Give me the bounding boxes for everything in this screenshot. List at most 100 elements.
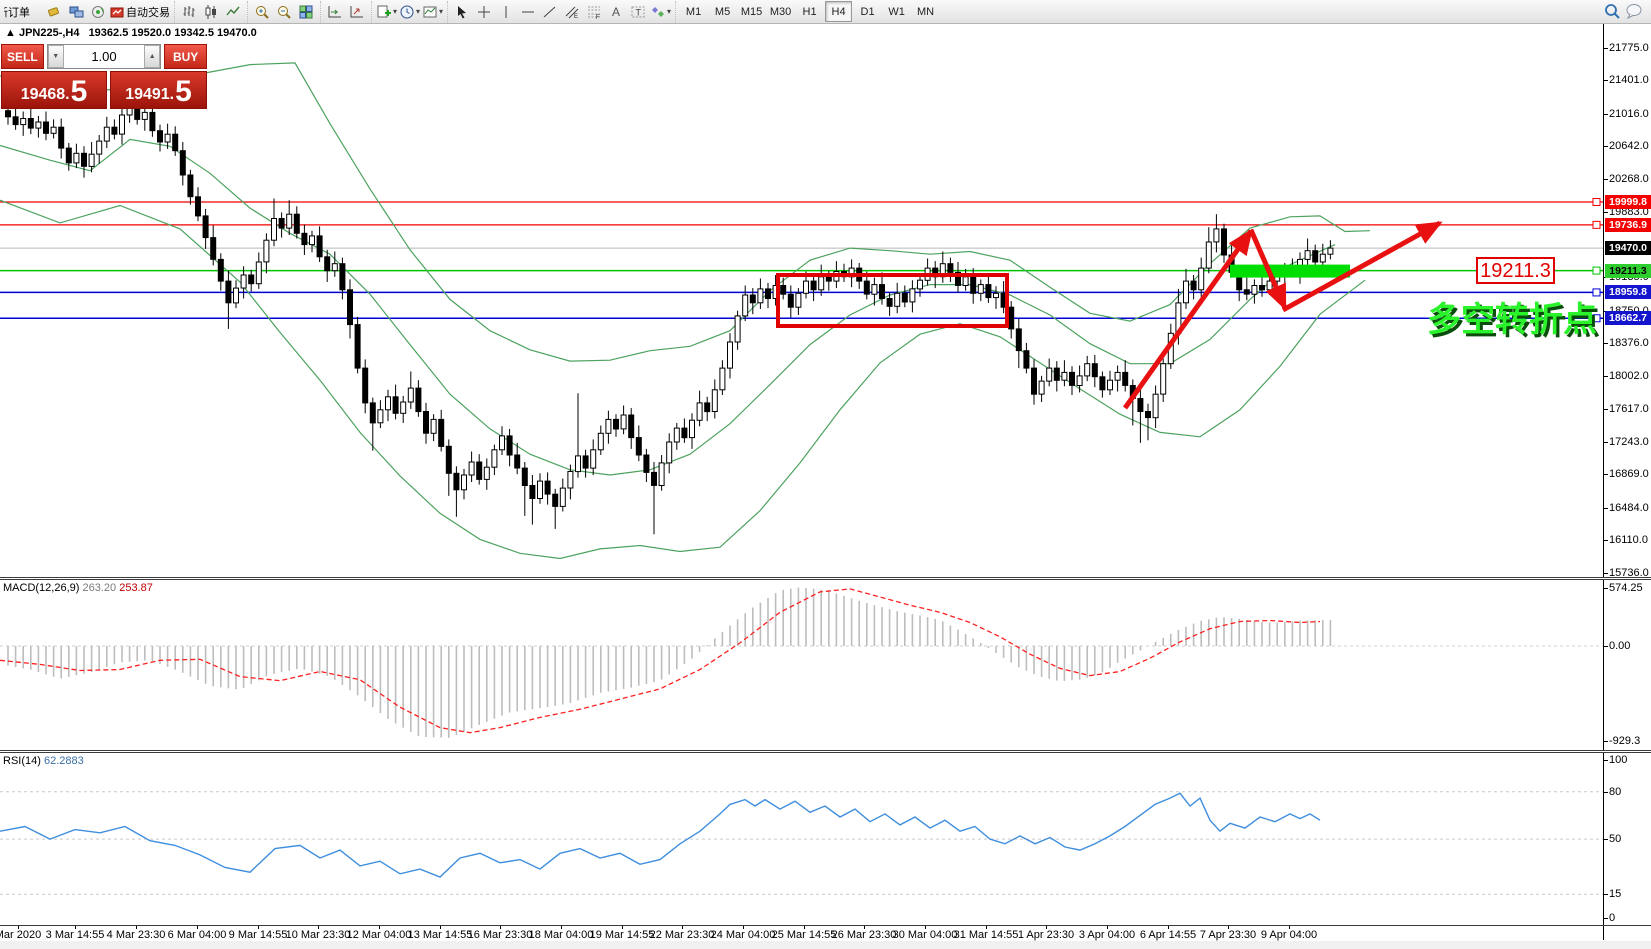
- trend-arrow[interactable]: [1122, 228, 1254, 410]
- period-button[interactable]: ▾: [399, 2, 420, 22]
- fibonacci-button[interactable]: F: [584, 2, 604, 22]
- price-tag-19736.9: 19736.9: [1605, 217, 1651, 232]
- volume-input[interactable]: 1.00: [63, 45, 145, 68]
- toolbar-group: 新订单 自动交易: [0, 1, 174, 23]
- candlesticks: [5, 84, 1334, 535]
- price-axis-label: 20642.0: [1609, 140, 1649, 153]
- axis-tick: [1603, 113, 1608, 115]
- price-axis-label: 21016.0: [1609, 107, 1649, 120]
- support-zone[interactable]: [1230, 264, 1350, 278]
- chat-icon[interactable]: [1624, 1, 1644, 21]
- autotrading-button[interactable]: 自动交易: [110, 2, 170, 22]
- price-tag-19211.3: 19211.3: [1605, 263, 1651, 278]
- chart-shift-button[interactable]: [347, 2, 367, 22]
- cursor-button[interactable]: [452, 2, 472, 22]
- axis-tick: [1603, 894, 1608, 895]
- line-handle[interactable]: [1592, 198, 1601, 206]
- price-axis-label: 16110.0: [1609, 534, 1648, 547]
- chart-canvas[interactable]: 19211.3多空转折点多空转折点: [0, 0, 1651, 949]
- macd-indicator: [0, 587, 1603, 738]
- vertical-line-button[interactable]: [496, 2, 516, 22]
- time-axis-label: 26 Mar 23:30: [831, 929, 897, 941]
- timeframe-M15[interactable]: M15: [738, 1, 765, 22]
- tile-windows-button[interactable]: [296, 2, 316, 22]
- axis-tick: [1603, 375, 1608, 377]
- buy-button[interactable]: BUY: [164, 44, 207, 69]
- time-axis-label: 3 Apr 04:00: [1078, 929, 1136, 941]
- volume-up-button[interactable]: ▲: [144, 45, 161, 68]
- signal-icon[interactable]: [88, 2, 108, 22]
- axis-tick: [1603, 343, 1608, 345]
- bollinger-middle: [0, 138, 1336, 476]
- channel-button[interactable]: E: [562, 2, 582, 22]
- label-button[interactable]: T: [628, 2, 648, 22]
- ohlc-bars-button[interactable]: [179, 2, 199, 22]
- symbol-name: JPN225-,H4: [18, 27, 80, 39]
- timeframe-M1[interactable]: M1: [680, 1, 707, 22]
- horizontal-lines: [0, 198, 1603, 323]
- tool-yellow-icon[interactable]: [44, 2, 64, 22]
- trendline-button[interactable]: [540, 2, 560, 22]
- panel-separator[interactable]: [0, 750, 1651, 753]
- svg-text:E: E: [574, 14, 578, 20]
- candlestick-button[interactable]: [201, 2, 221, 22]
- toolbar-group: [320, 0, 371, 23]
- crosshair-button[interactable]: [474, 2, 494, 22]
- time-axis-label: 10 Mar 23:30: [285, 929, 351, 941]
- axis-tick: [1603, 474, 1608, 476]
- price-tag-18959.8: 18959.8: [1605, 285, 1651, 300]
- toolbar-group: [174, 0, 247, 23]
- time-axis-label: 18 Mar 04:00: [528, 929, 594, 941]
- price-axis-label: 21775.0: [1609, 41, 1649, 54]
- rsi-axis-label: 80: [1609, 786, 1622, 798]
- axis-tick: [1603, 760, 1608, 761]
- axis-tick: [1603, 839, 1608, 840]
- sell-price[interactable]: 19468. 5: [1, 71, 107, 109]
- axis-tick: [1603, 792, 1608, 793]
- macd-axis-label: -929.3: [1609, 735, 1641, 747]
- buy-price[interactable]: 19491. 5: [110, 71, 207, 109]
- horizontal-line-button[interactable]: [518, 2, 538, 22]
- terminals-icon[interactable]: [66, 2, 86, 22]
- time-axis-label: Mar 2020: [0, 929, 42, 941]
- timeframe-H1[interactable]: H1: [796, 1, 823, 22]
- price-axis-border: [1603, 23, 1604, 940]
- timeframe-D1[interactable]: D1: [854, 1, 881, 22]
- new-chart-button[interactable]: ▾: [376, 2, 397, 22]
- ohlc-values: 19362.5 19520.0 19342.5 19470.0: [88, 27, 257, 39]
- timeframe-H4[interactable]: H4: [825, 1, 853, 22]
- axis-tick: [1603, 47, 1608, 49]
- timeframe-M30[interactable]: M30: [767, 1, 794, 22]
- line-handle[interactable]: [1592, 288, 1601, 297]
- new-order-button[interactable]: 新订单: [4, 2, 42, 22]
- mt4-window: 新订单自动交易▾▾▾EFAT▾M1M5M15M30H1H4D1W1MN 1921…: [0, 0, 1651, 949]
- timeframe-M5[interactable]: M5: [709, 1, 736, 22]
- zoom-out-button[interactable]: [274, 2, 294, 22]
- timeframe-W1[interactable]: W1: [883, 1, 910, 22]
- macd-label: MACD(12,26,9) 263.20 253.87: [3, 582, 153, 594]
- window-bottom-strip: [0, 941, 1651, 949]
- rsi-axis-label: 100: [1609, 754, 1628, 766]
- shapes-button[interactable]: ▾: [650, 2, 671, 22]
- time-axis-label: 9 Apr 04:00: [1260, 929, 1318, 941]
- line-handle[interactable]: [1592, 220, 1601, 229]
- panel-separator[interactable]: [0, 577, 1651, 580]
- svg-text:F: F: [596, 15, 600, 20]
- timeframe-MN[interactable]: MN: [912, 1, 939, 22]
- collapse-triangle-icon[interactable]: ▲: [5, 27, 16, 39]
- auto-scroll-button[interactable]: [325, 2, 345, 22]
- toolbar-group: E F A T ▾: [447, 0, 675, 23]
- symbol-title: ▲ JPN225-,H4 19362.5 19520.0 19342.5 194…: [5, 27, 257, 39]
- zoom-in-button[interactable]: [252, 2, 272, 22]
- sell-button[interactable]: SELL: [1, 44, 44, 69]
- line-chart-button[interactable]: [223, 2, 243, 22]
- timeframe-group: M1 M5 M15 M30 H1 H4 D1 W1 MN: [675, 0, 943, 23]
- rsi-label: RSI(14) 62.2883: [3, 755, 84, 767]
- search-icon[interactable]: [1602, 1, 1622, 21]
- line-handle[interactable]: [1592, 266, 1601, 275]
- volume-down-button[interactable]: ▼: [47, 45, 64, 68]
- templates-button[interactable]: ▾: [422, 2, 443, 22]
- text-button[interactable]: A: [606, 2, 626, 22]
- cn-annotation-text[interactable]: 多空转折点: [1427, 301, 1597, 339]
- price-axis-label: 21401.0: [1609, 74, 1649, 87]
